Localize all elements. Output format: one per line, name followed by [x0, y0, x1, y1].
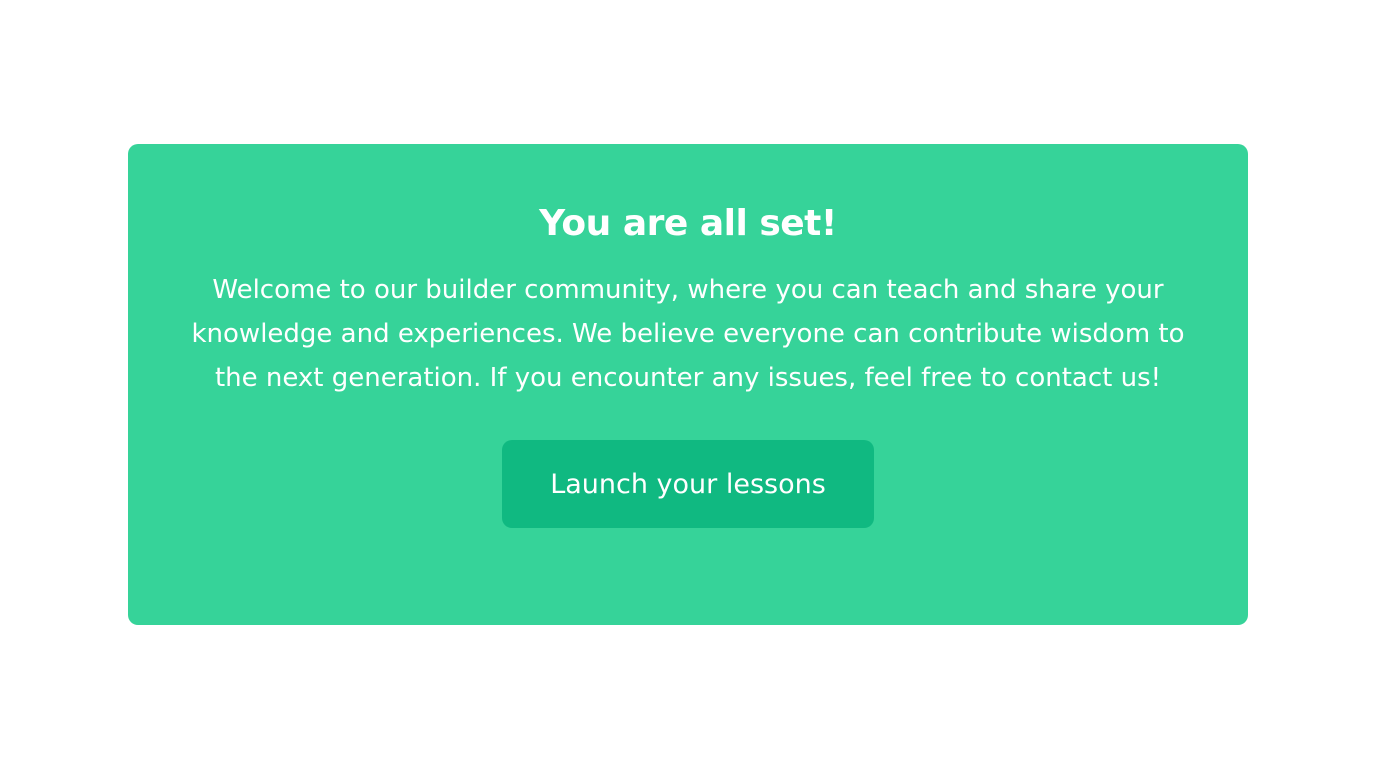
success-card: You are all set! Welcome to our builder … [128, 144, 1248, 625]
welcome-message: Welcome to our builder community, where … [191, 275, 1185, 393]
page: You are all set! Welcome to our builder … [0, 0, 1376, 768]
success-title: You are all set! [539, 203, 837, 244]
launch-lessons-button[interactable]: Launch your lessons [502, 440, 874, 528]
